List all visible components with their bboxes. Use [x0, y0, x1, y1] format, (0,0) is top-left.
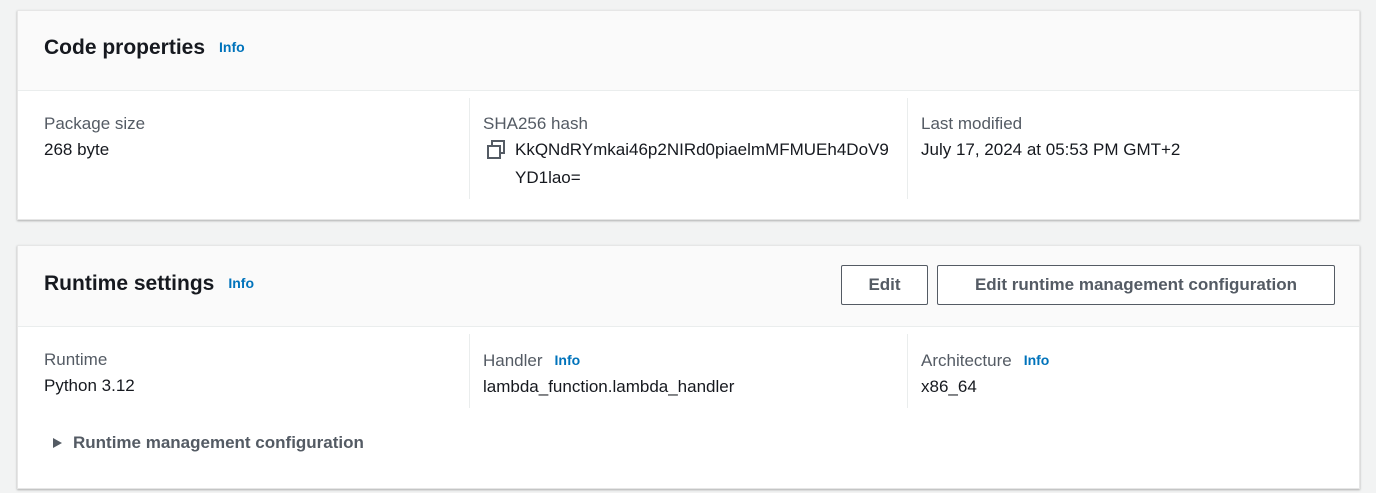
architecture-label: Architecture	[921, 351, 1012, 370]
runtime-settings-info-link[interactable]: Info	[228, 275, 254, 291]
code-properties-title: Code properties Info	[44, 36, 245, 60]
code-properties-title-text: Code properties	[44, 36, 206, 59]
last-modified-value: July 17, 2024 at 05:53 PM GMT+2	[921, 140, 1181, 159]
handler-info-link[interactable]: Info	[555, 352, 581, 368]
sha256-hash-label: SHA256 hash	[483, 114, 588, 133]
code-properties-columns: Package size 268 byte SHA256 hash KkQNdR…	[18, 92, 1359, 209]
runtime-settings-panel: Runtime settings Info Edit Edit runtime m…	[17, 245, 1360, 489]
handler-label: Handler	[483, 351, 543, 370]
last-modified-label: Last modified	[921, 114, 1023, 133]
handler-field: Handler Info lambda_function.lambda_handl…	[469, 334, 907, 408]
architecture-value: x86_64	[921, 377, 977, 396]
architecture-field: Architecture Info x86_64	[907, 334, 1347, 408]
sha256-hash-value: KkQNdRYmkai46p2NIRd0piaelmMFMUEh4DoV9YD1…	[515, 140, 889, 187]
runtime-field: Runtime Python 3.12	[44, 334, 464, 408]
runtime-settings-header: Runtime settings Info Edit Edit runtime m…	[18, 246, 1359, 327]
architecture-label-row: Architecture Info	[921, 350, 1347, 371]
runtime-settings-title: Runtime settings Info	[44, 272, 254, 296]
code-properties-info-link[interactable]: Info	[219, 39, 245, 55]
runtime-management-expander-label: Runtime management configuration	[73, 433, 364, 452]
package-size-field: Package size 268 byte	[44, 98, 464, 199]
code-properties-header: Code properties Info	[18, 11, 1359, 91]
runtime-label: Runtime	[44, 350, 108, 369]
sha256-hash-field: SHA256 hash KkQNdRYmkai46p2NIRd0piaelmMF…	[469, 98, 907, 199]
package-size-label: Package size	[44, 114, 146, 133]
sha256-hash-row: KkQNdRYmkai46p2NIRd0piaelmMFMUEh4DoV9YD1…	[483, 136, 907, 192]
runtime-management-expander[interactable]: Runtime management configuration	[51, 433, 364, 453]
architecture-info-link[interactable]: Info	[1024, 352, 1050, 368]
edit-button[interactable]: Edit	[841, 265, 928, 305]
handler-label-row: Handler Info	[483, 350, 907, 371]
package-size-value: 268 byte	[44, 140, 110, 159]
code-properties-panel: Code properties Info Package size 268 byt…	[17, 10, 1360, 220]
runtime-settings-title-text: Runtime settings	[44, 272, 215, 295]
caret-right-icon	[53, 438, 62, 448]
runtime-value: Python 3.12	[44, 376, 135, 395]
runtime-settings-columns: Runtime Python 3.12 Handler Info lambda_f…	[18, 328, 1359, 418]
handler-value: lambda_function.lambda_handler	[483, 377, 735, 396]
last-modified-field: Last modified July 17, 2024 at 05:53 PM …	[907, 98, 1347, 199]
copy-icon[interactable]	[485, 139, 507, 161]
edit-runtime-management-button[interactable]: Edit runtime management configuration	[937, 265, 1335, 305]
